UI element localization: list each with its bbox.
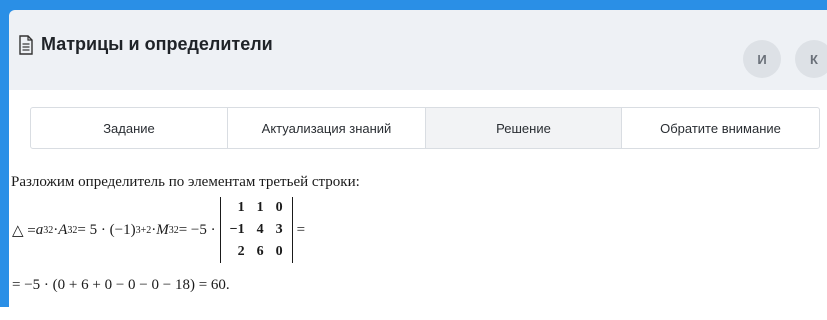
document-icon xyxy=(19,35,33,55)
matrix-row: 1 1 0 xyxy=(224,197,289,219)
matrix-cell: 4 xyxy=(256,222,264,237)
avatar-user-1[interactable]: И xyxy=(743,40,781,78)
formula-A: A xyxy=(58,221,68,238)
formula-rhs: = −5 · xyxy=(178,221,216,238)
formula-sign: = 5 · (−1) xyxy=(77,221,136,238)
matrix-cell: 0 xyxy=(275,244,283,259)
result-formula: = −5 · (0 + 6 + 0 − 0 − 0 − 18) = 60. xyxy=(12,277,230,293)
window-frame: Матрицы и определители И К Задание Актуа… xyxy=(0,0,827,320)
matrix-cell: −1 xyxy=(229,222,245,237)
formula-tail: = xyxy=(296,221,306,238)
determinant-matrix: 1 1 0 −1 4 3 2 6 0 xyxy=(219,197,293,263)
formula-M: M xyxy=(156,221,169,238)
matrix-cell: 6 xyxy=(256,244,264,259)
avatar-user-2[interactable]: К xyxy=(795,40,827,78)
lesson-card: Матрицы и определители И К Задание Актуа… xyxy=(9,10,827,320)
matrix-cell: 1 xyxy=(237,200,245,215)
formula-exponent: 3+2 xyxy=(135,224,152,236)
tab-solution[interactable]: Решение xyxy=(426,108,622,148)
content-panel: Задание Актуализация знаний Решение Обра… xyxy=(9,90,827,320)
tab-note[interactable]: Обратите внимание xyxy=(622,108,819,148)
tab-knowledge-update[interactable]: Актуализация знаний xyxy=(228,108,426,148)
card-header: Матрицы и определители И К xyxy=(9,10,827,88)
formula-A-sub: 32 xyxy=(67,224,78,236)
tab-bar: Задание Актуализация знаний Решение Обра… xyxy=(30,107,820,149)
expansion-formula: △ = a 32 · A 32 = 5 · (−1) 3+2 · M 32 = −5 ·… xyxy=(12,196,305,264)
matrix-cell: 3 xyxy=(275,222,283,237)
tab-task[interactable]: Задание xyxy=(31,108,228,148)
formula-a-sub: 32 xyxy=(43,224,54,236)
matrix-cell: 1 xyxy=(256,200,264,215)
solution-intro: Разложим определитель по элементам треть… xyxy=(11,174,360,190)
matrix-row: 2 6 0 xyxy=(224,241,289,263)
matrix-row: −1 4 3 xyxy=(224,219,289,241)
page-title: Матрицы и определители xyxy=(41,34,273,54)
formula-M-sub: 32 xyxy=(168,224,179,236)
formula-a: a xyxy=(35,221,44,238)
matrix-cell: 2 xyxy=(237,244,245,259)
formula-lhs: △ = xyxy=(12,222,36,239)
matrix-cell: 0 xyxy=(275,200,283,215)
